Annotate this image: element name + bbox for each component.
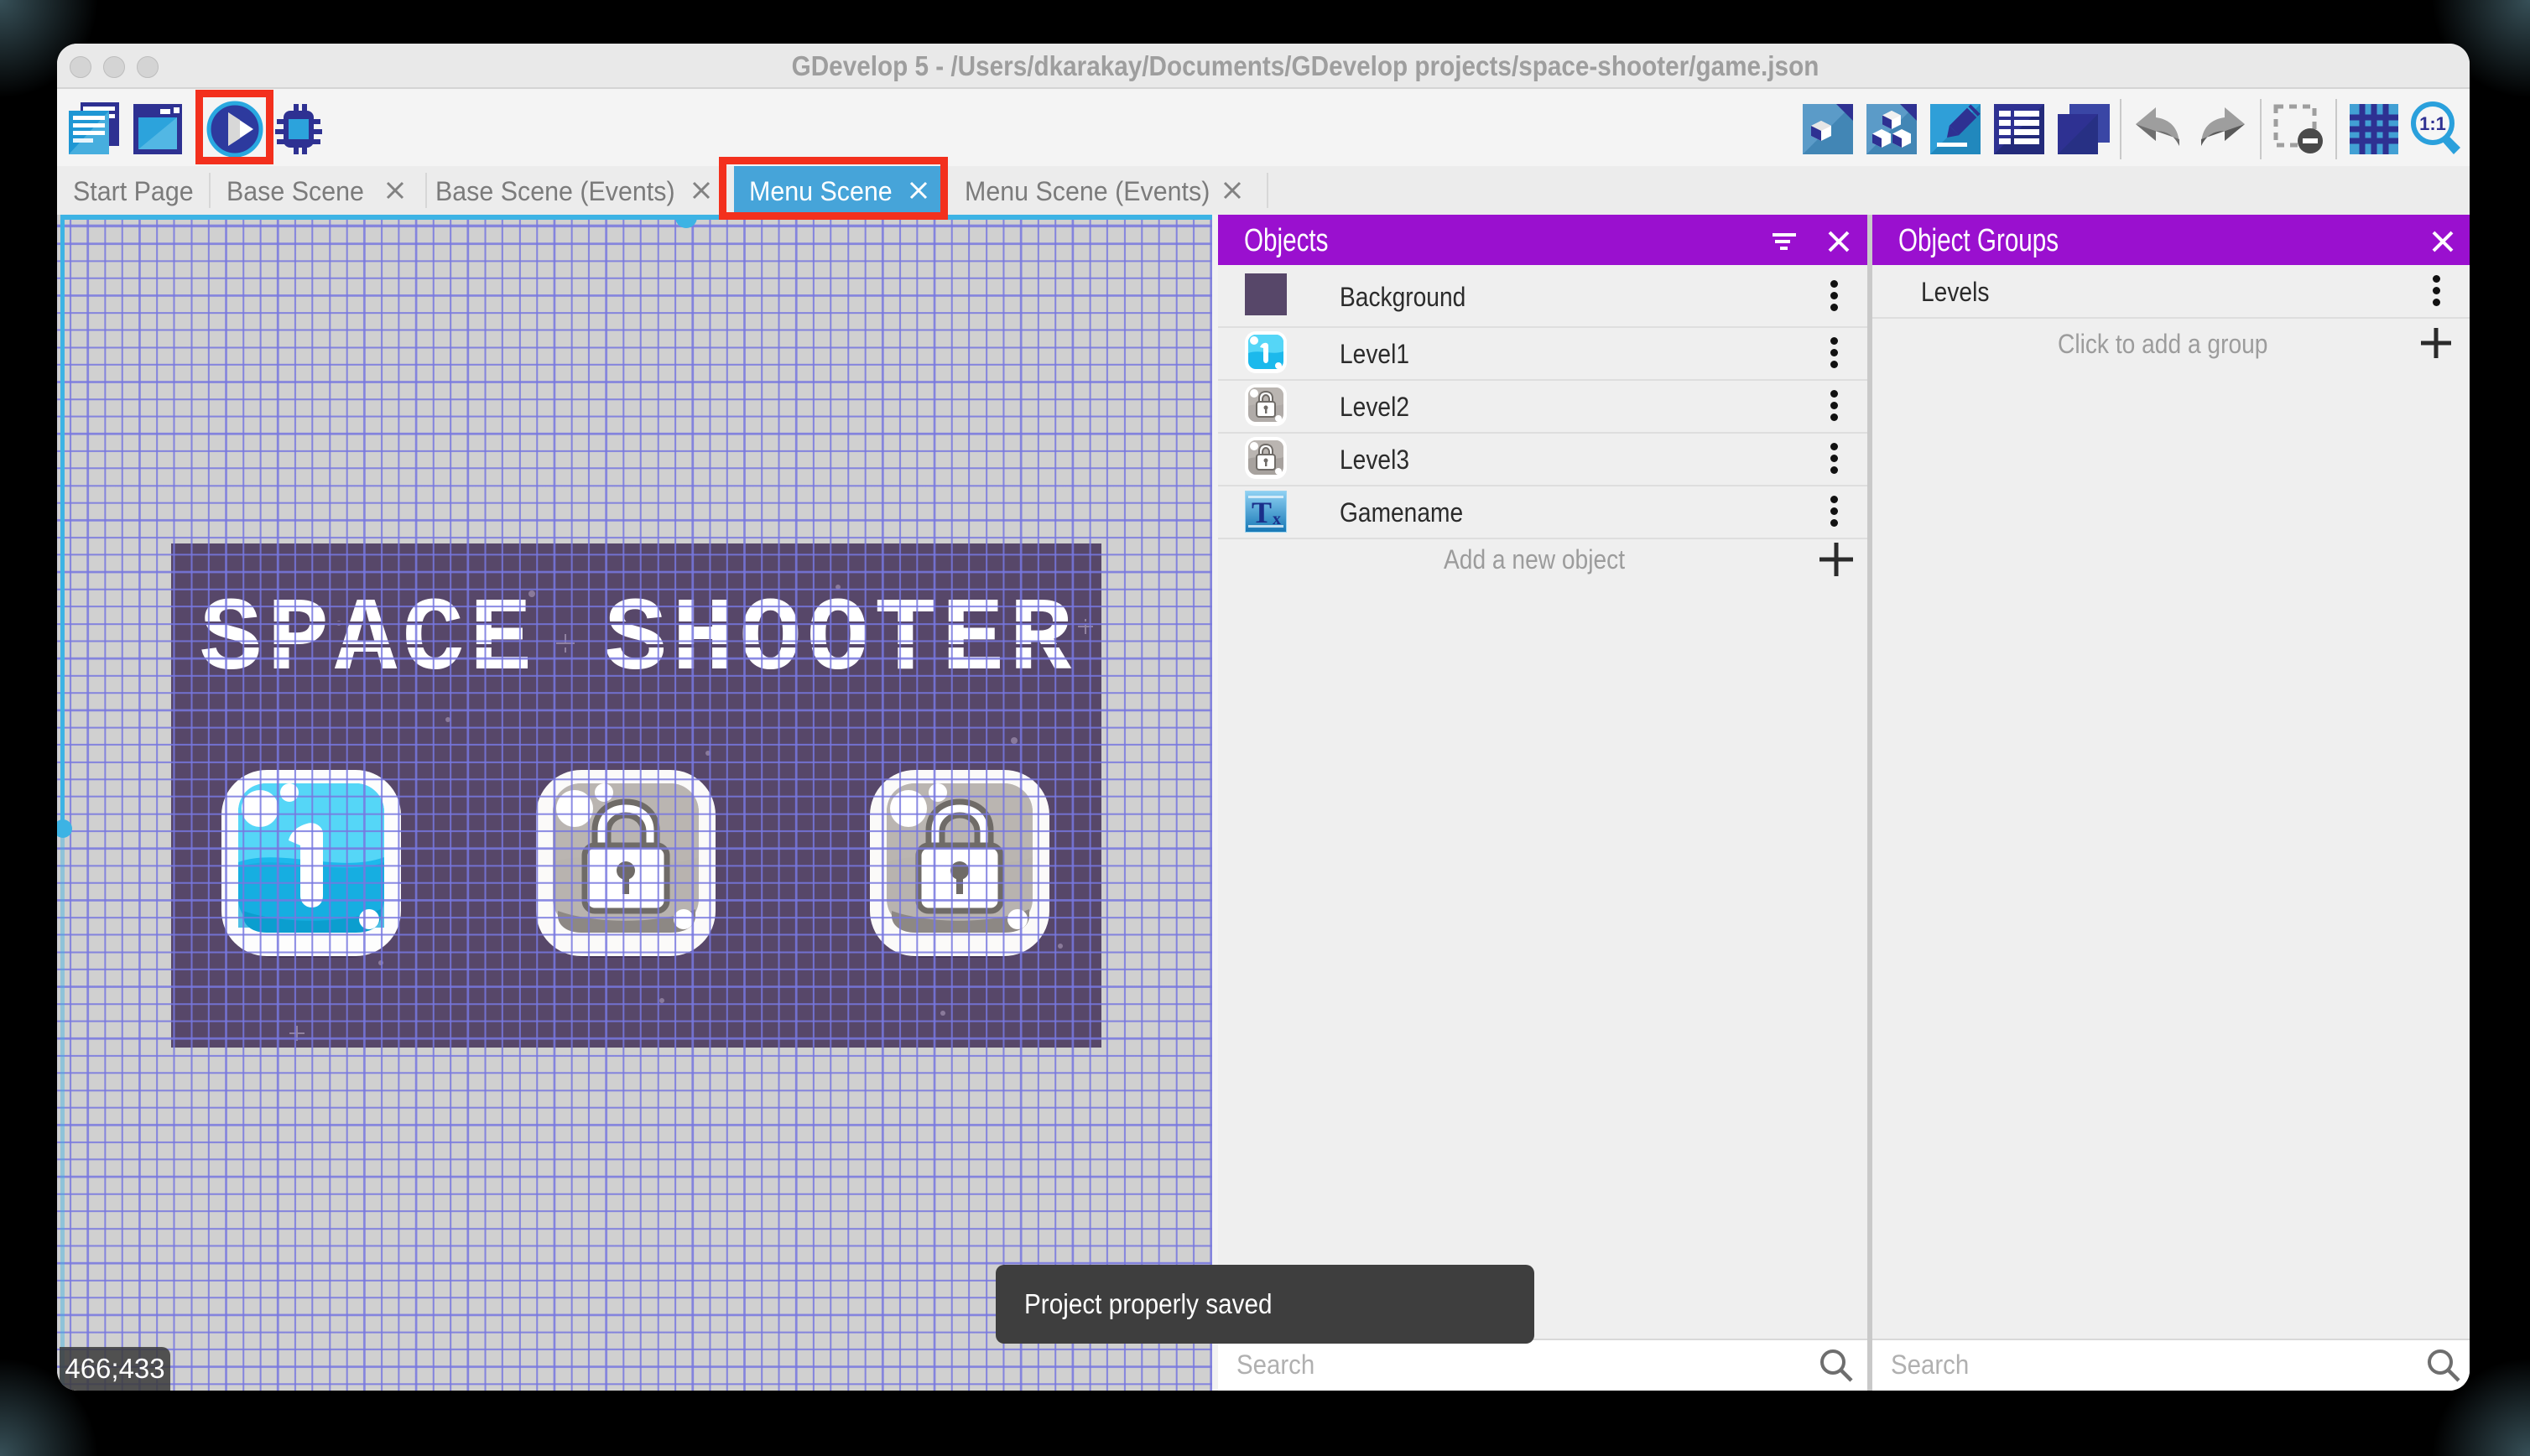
svg-text:1:1: 1:1 xyxy=(2419,113,2446,134)
svg-text:T: T xyxy=(1252,496,1272,529)
svg-text:x: x xyxy=(1273,510,1281,528)
